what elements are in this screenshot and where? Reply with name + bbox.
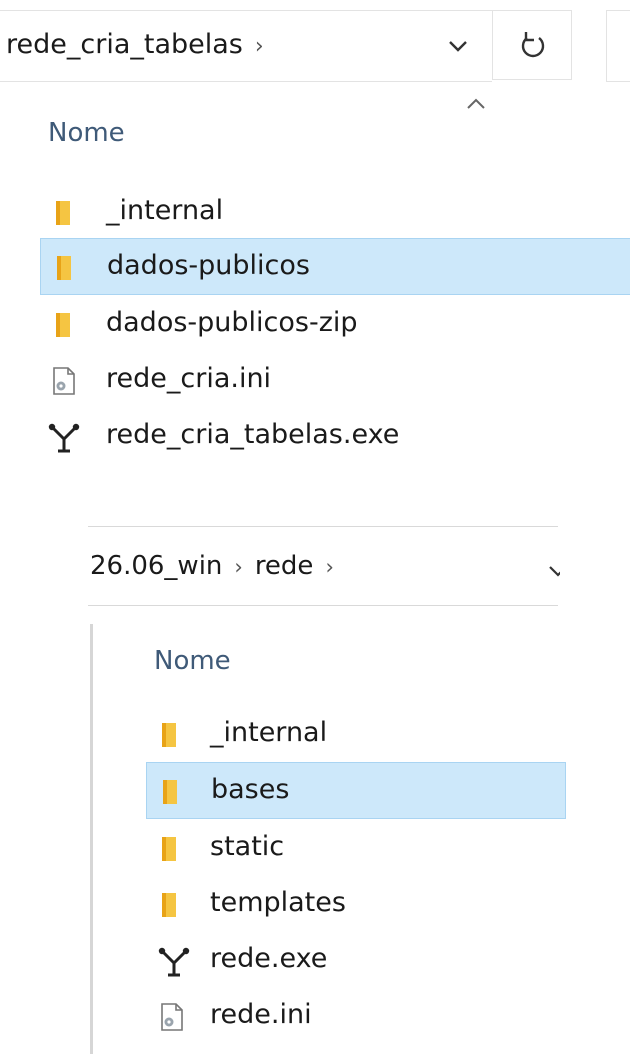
- breadcrumb-separator-icon[interactable]: ›: [255, 34, 264, 59]
- column-header-name[interactable]: Nome: [154, 646, 231, 676]
- address-bar: rede_cria_tabelas ›: [0, 10, 630, 82]
- list-item-static[interactable]: static: [146, 820, 566, 877]
- list-item-label: dados-publicos: [107, 250, 310, 281]
- list-item-rede-exe[interactable]: rede.exe: [146, 932, 566, 989]
- breadcrumb-item-rede-cria-tabelas[interactable]: rede_cria_tabelas: [6, 29, 243, 60]
- breadcrumb[interactable]: 26.06_win › rede ›: [88, 526, 560, 606]
- explorer-window-rede-cria-tabelas: rede_cria_tabelas › Nome _internal dados…: [0, 0, 630, 470]
- list-item-label: rede_cria_tabelas.exe: [106, 419, 400, 450]
- folder-icon: [158, 833, 188, 867]
- breadcrumb-separator-icon[interactable]: ›: [325, 555, 333, 579]
- sort-ascending-icon[interactable]: [464, 96, 488, 115]
- list-item-label: rede.exe: [210, 943, 328, 974]
- list-item-bases[interactable]: bases: [146, 762, 566, 819]
- list-item-label: templates: [210, 887, 346, 918]
- list-item-label: _internal: [106, 195, 224, 226]
- explorer-window-rede: 26.06_win › rede › Nome _internal bases sta…: [88, 520, 568, 1054]
- list-item-templates[interactable]: templates: [146, 876, 566, 933]
- network-exe-icon: [156, 945, 192, 983]
- list-item-dados-publicos-zip[interactable]: dados-publicos-zip: [40, 296, 630, 353]
- list-item-label: dados-publicos-zip: [106, 307, 358, 338]
- chevron-down-icon[interactable]: [546, 559, 560, 583]
- breadcrumb-item-26-06-win[interactable]: 26.06_win: [90, 551, 222, 581]
- list-item-rede-cria-ini[interactable]: rede_cria.ini: [40, 352, 630, 409]
- list-item-rede-cria-tabelas-exe[interactable]: rede_cria_tabelas.exe: [40, 408, 630, 465]
- refresh-button[interactable]: [492, 10, 572, 80]
- settings-file-icon: [156, 1001, 188, 1037]
- file-list: _internal bases static templates rede.ex…: [146, 706, 566, 1046]
- breadcrumb[interactable]: rede_cria_tabelas ›: [0, 10, 492, 82]
- folder-icon: [158, 889, 188, 923]
- list-item-internal[interactable]: _internal: [40, 184, 630, 241]
- folder-icon: [52, 309, 82, 343]
- list-item-label: static: [210, 831, 285, 862]
- column-header-name[interactable]: Nome: [48, 118, 125, 148]
- folder-icon: [158, 719, 188, 753]
- chevron-down-icon[interactable]: [446, 31, 470, 59]
- folder-icon: [53, 252, 83, 286]
- file-list: _internal dados-publicos dados-publicos-…: [40, 184, 630, 464]
- list-item-label: rede_cria.ini: [106, 363, 272, 394]
- folder-icon: [52, 197, 82, 231]
- breadcrumb-item-rede[interactable]: rede: [255, 551, 314, 581]
- list-item-dados-publicos[interactable]: dados-publicos: [40, 238, 630, 295]
- settings-file-icon: [48, 365, 80, 401]
- list-item-label: bases: [211, 774, 290, 805]
- list-item-internal[interactable]: _internal: [146, 706, 566, 763]
- navigation-pane-divider[interactable]: [90, 624, 93, 1054]
- folder-icon: [159, 776, 189, 810]
- search-box[interactable]: [606, 10, 630, 82]
- network-exe-icon: [46, 421, 82, 459]
- breadcrumb-separator-icon[interactable]: ›: [234, 555, 242, 579]
- list-item-rede-ini[interactable]: rede.ini: [146, 988, 566, 1045]
- list-item-label: rede.ini: [210, 999, 312, 1030]
- list-item-label: _internal: [210, 717, 328, 748]
